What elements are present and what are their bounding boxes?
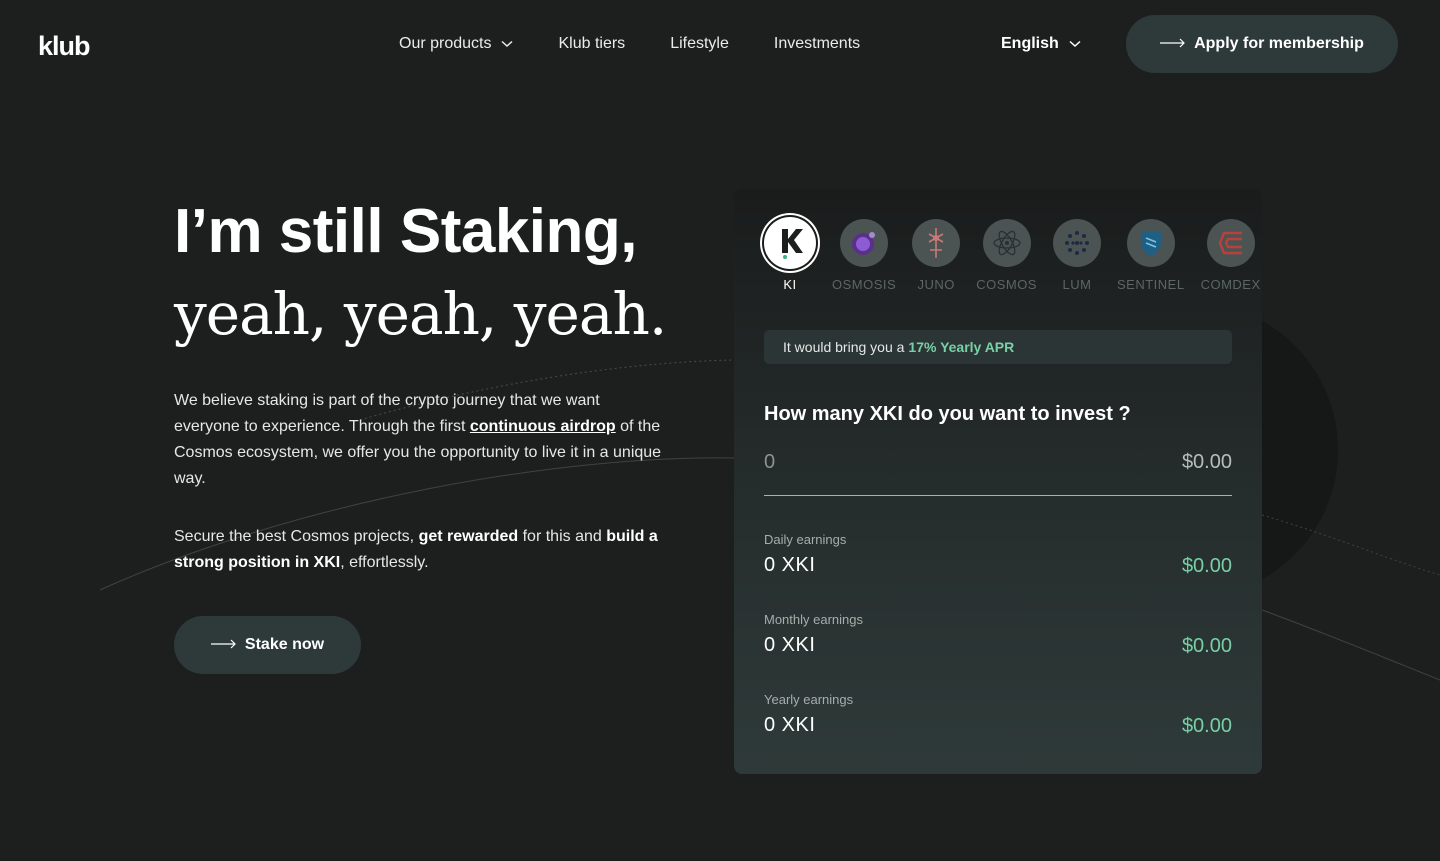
yearly-earnings: Yearly earnings 0 XKI $0.00: [764, 692, 1232, 737]
staking-calculator-card: KI OSMOSIS JUNO COSMOS LUM SENTINEL COMD…: [734, 189, 1262, 774]
secure-text-c: for this and: [518, 528, 607, 545]
cosmos-atom-icon: [982, 219, 1031, 267]
amount-usd-value: $0.00: [1181, 451, 1232, 473]
nav-our-products-label: Our products: [399, 35, 492, 52]
chevron-down-icon: [501, 35, 513, 53]
token-juno[interactable]: JUNO: [912, 219, 961, 292]
amount-field: $0.00: [764, 451, 1232, 496]
nav-our-products[interactable]: Our products: [399, 35, 513, 53]
chevron-down-icon: [1069, 35, 1081, 53]
token-lum[interactable]: LUM: [1052, 219, 1101, 292]
osmosis-logo-icon: [840, 219, 889, 267]
earnings-label: Monthly earnings: [764, 612, 863, 627]
invest-question: How many XKI do you want to invest ?: [764, 403, 1131, 425]
nav-investments[interactable]: Investments: [774, 35, 860, 53]
klub-logo[interactable]: klub: [38, 31, 91, 62]
token-selector: KI OSMOSIS JUNO COSMOS LUM SENTINEL COMD…: [764, 217, 1262, 292]
token-sentinel[interactable]: SENTINEL: [1117, 219, 1185, 292]
earnings-label: Daily earnings: [764, 532, 847, 547]
hero-intro-paragraph: We believe staking is part of the crypto…: [174, 388, 669, 492]
hero-title-line1: I’m still Staking,: [174, 197, 638, 266]
token-label: COMDEX: [1200, 277, 1261, 292]
apr-prefix: It would bring you a: [783, 339, 905, 355]
token-label: JUNO: [917, 277, 955, 292]
stake-now-label: Stake now: [244, 636, 325, 653]
token-label: COSMOS: [976, 277, 1037, 292]
token-label: KI: [783, 277, 797, 292]
continuous-airdrop-link[interactable]: continuous airdrop: [470, 418, 616, 435]
secure-text-b: get rewarded: [418, 528, 519, 545]
arrow-right-icon: [1160, 35, 1186, 53]
hero-secure-paragraph: Secure the best Cosmos projects, get rew…: [174, 524, 669, 576]
earnings-usd-value: $0.00: [1181, 635, 1232, 657]
earnings-usd-value: $0.00: [1181, 555, 1232, 577]
earnings-xki-value: 0 XKI: [764, 714, 816, 736]
nav-klub-tiers[interactable]: Klub tiers: [558, 35, 625, 53]
token-cosmos[interactable]: COSMOS: [976, 219, 1037, 292]
token-label: LUM: [1062, 277, 1092, 292]
apply-membership-button[interactable]: Apply for membership: [1126, 15, 1398, 73]
earnings-usd-value: $0.00: [1181, 715, 1232, 737]
apr-banner: It would bring you a 17% Yearly APR: [764, 330, 1232, 364]
monthly-earnings: Monthly earnings 0 XKI $0.00: [764, 612, 1232, 657]
earnings-xki-value: 0 XKI: [764, 634, 816, 656]
token-label: SENTINEL: [1116, 277, 1185, 292]
token-ki[interactable]: KI: [764, 217, 816, 292]
daily-earnings: Daily earnings 0 XKI $0.00: [764, 532, 1232, 577]
lum-logo-icon: [1052, 219, 1101, 267]
juno-logo-icon: [912, 219, 961, 267]
hero-title-line2: yeah, yeah, yeah.: [174, 280, 667, 348]
main-nav: Our products Klub tiers Lifestyle Invest…: [399, 35, 905, 53]
earnings-xki-value: 0 XKI: [764, 554, 816, 576]
sentinel-shield-icon: [1126, 219, 1175, 267]
arrow-right-icon: [210, 636, 237, 654]
language-label: English: [1001, 35, 1059, 52]
secure-text-a: Secure the best Cosmos projects,: [174, 528, 419, 545]
comdex-logo-icon: [1206, 219, 1255, 267]
stake-now-button[interactable]: Stake now: [174, 616, 361, 674]
xki-amount-input[interactable]: [764, 451, 1064, 474]
ki-logo-icon: [764, 217, 816, 269]
token-osmosis[interactable]: OSMOSIS: [832, 219, 896, 292]
language-selector[interactable]: English: [1001, 35, 1081, 53]
apr-value: 17% Yearly APR: [908, 339, 1015, 355]
token-comdex[interactable]: COMDEX: [1201, 219, 1261, 292]
earnings-label: Yearly earnings: [764, 692, 854, 707]
apply-membership-label: Apply for membership: [1194, 35, 1364, 52]
nav-lifestyle[interactable]: Lifestyle: [670, 35, 729, 53]
token-label: OSMOSIS: [832, 277, 897, 292]
secure-text-e: , effortlessly.: [340, 554, 429, 571]
